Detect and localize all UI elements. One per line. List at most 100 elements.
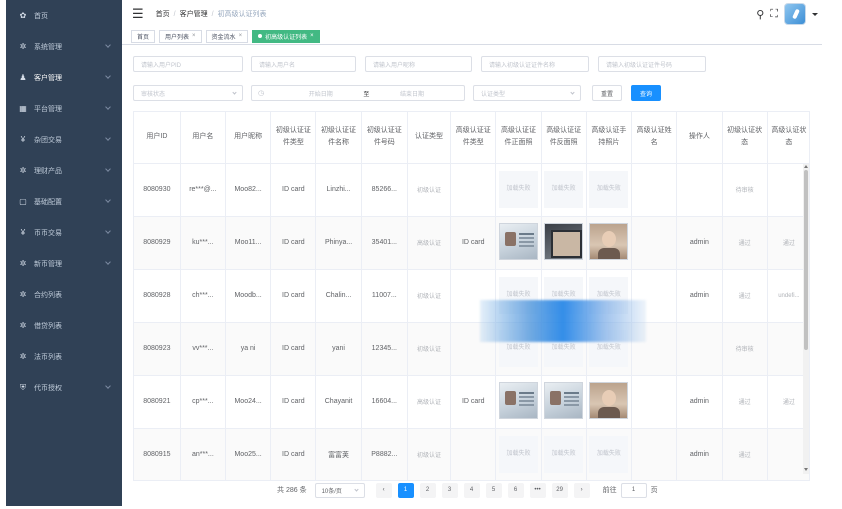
hamburger-icon[interactable]: ☰ xyxy=(132,6,144,22)
tag-item[interactable]: 用户列表 × xyxy=(159,29,202,43)
pagination-total: 共 286 条 xyxy=(277,487,307,494)
sidebar-item[interactable]: ✲ 法币列表 xyxy=(6,341,122,372)
close-icon[interactable]: × xyxy=(239,33,243,39)
date-range-picker[interactable]: ◷ 开始日期 至 结束日期 xyxy=(251,85,465,101)
page-button[interactable]: 29 xyxy=(551,482,568,498)
sidebar-item[interactable]: ♟ 客户管理 xyxy=(6,62,122,93)
page-button[interactable]: 4 xyxy=(463,482,480,498)
cell-nickname: Moo82... xyxy=(225,163,272,217)
cell-auth-type: 初级认证 xyxy=(407,163,452,217)
id-card-photo[interactable] xyxy=(544,382,584,419)
cell-id: 8080930 xyxy=(134,163,181,217)
page-size-select[interactable]: 10条/页 xyxy=(314,482,365,498)
page-ellipsis[interactable]: ••• xyxy=(529,482,546,498)
page-button[interactable]: 5 xyxy=(485,482,502,498)
top-navbar: ☰ 首页 / 客户管理 / 初高级认证列表 ⚲ ⛶ xyxy=(122,0,822,28)
tag-item[interactable]: 首页 xyxy=(131,29,156,43)
breadcrumb-separator: / xyxy=(173,10,176,18)
sidebar-item[interactable]: ✿ 首页 xyxy=(6,0,122,31)
id-card-photo[interactable] xyxy=(498,382,538,419)
table-row[interactable]: 8080929 ku***... Moo11... ID card Phinya... 3… xyxy=(134,216,809,270)
breadcrumb-home[interactable]: 首页 xyxy=(156,9,170,19)
table-scrollbar[interactable] xyxy=(803,164,809,474)
cell-adv-cert-type: ID card xyxy=(450,375,497,429)
avatar[interactable] xyxy=(784,3,806,25)
page-button[interactable]: 2 xyxy=(419,482,436,498)
sidebar-item[interactable]: ▢ 基础配置 xyxy=(6,186,122,217)
reset-button[interactable]: 重置 xyxy=(592,85,623,101)
prev-page-button[interactable]: ‹ xyxy=(375,482,392,498)
close-icon[interactable]: × xyxy=(310,33,314,39)
scroll-down-arrow[interactable] xyxy=(804,468,808,471)
cell-photo: 加载失败 xyxy=(495,428,542,480)
column-header: 高级认证证件正面照 xyxy=(495,112,542,164)
cell-cert-name: Phinya... xyxy=(315,216,362,270)
sidebar-item[interactable]: ✲ 合约列表 xyxy=(6,279,122,310)
chevron-down-icon xyxy=(105,42,111,48)
sidebar-item[interactable]: ✲ 新币管理 xyxy=(6,248,122,279)
pid-input[interactable]: 请输入用户PID xyxy=(133,56,243,72)
cell-photo: 加载失败 xyxy=(586,163,633,217)
cert-name-input[interactable]: 请输入初级认证证件名称 xyxy=(481,56,589,72)
start-date-input[interactable]: 开始日期 xyxy=(309,89,333,98)
cell-nickname: Moo24... xyxy=(225,375,272,429)
sidebar-item-label: 系统管理 xyxy=(34,43,62,51)
cell-basic-status: 通过 xyxy=(722,375,768,429)
audit-status-select[interactable]: 审核状态 xyxy=(133,85,243,101)
image-load-failed: 加载失败 xyxy=(589,436,629,473)
page-button[interactable]: 3 xyxy=(441,482,458,498)
tag-item[interactable]: 初高级认证列表 × xyxy=(252,29,320,43)
cert-number-input[interactable]: 请输入初级认证证件号码 xyxy=(598,56,706,72)
scroll-up-arrow[interactable] xyxy=(804,165,808,168)
chevron-down-icon xyxy=(105,104,111,110)
sidebar-item[interactable]: ✲ 借贷列表 xyxy=(6,310,122,341)
page-button[interactable]: 1 xyxy=(397,482,414,498)
table-row[interactable]: 8080928 ch***... Moodb... ID card Chalin... 1… xyxy=(134,269,809,323)
table-row[interactable]: 8080923 vv***... ya ni ID card yani 12345... 初… xyxy=(134,322,809,376)
cell-username: ch***... xyxy=(180,269,226,323)
scrollbar-thumb[interactable] xyxy=(804,170,808,350)
cell-cert-name: Chalin... xyxy=(315,269,362,323)
goto-page-input[interactable]: 1 xyxy=(620,482,647,498)
column-header: 认证类型 xyxy=(407,112,452,164)
search-icon[interactable]: ⚲ xyxy=(756,8,764,21)
settings-icon: ✲ xyxy=(19,166,27,175)
square-icon: ▢ xyxy=(19,197,27,206)
username-input[interactable]: 请输入用户名 xyxy=(251,56,356,72)
chevron-down-icon[interactable] xyxy=(812,12,818,16)
nickname-input[interactable]: 请输入用户昵称 xyxy=(365,56,472,72)
cell-nickname: Moo25... xyxy=(225,428,272,480)
fullscreen-icon[interactable]: ⛶ xyxy=(770,8,778,21)
cell-username: vv***... xyxy=(180,322,226,376)
sidebar-item[interactable]: ✲ 系统管理 xyxy=(6,31,122,62)
cell-operator xyxy=(676,322,723,376)
table-row[interactable]: 8080915 an***... Moo25... ID card 富富荚 P8882..… xyxy=(134,428,809,480)
image-load-failed: 加载失败 xyxy=(498,436,538,473)
cell-adv-cert-type xyxy=(450,163,497,217)
tag-item[interactable]: 资金流水 × xyxy=(205,29,249,43)
search-button[interactable]: 查询 xyxy=(631,85,662,101)
sidebar-item[interactable]: ▦ 平台管理 xyxy=(6,93,122,124)
sidebar-item[interactable]: ¥ 币币交易 xyxy=(6,217,122,248)
sidebar-item[interactable]: ⛨ 代币授权 xyxy=(6,372,122,403)
close-icon[interactable]: × xyxy=(192,33,196,39)
table-row[interactable]: 8080921 cp***... Moo24... ID card Chayanit 16… xyxy=(134,375,809,429)
id-card-photo[interactable] xyxy=(544,223,584,260)
sidebar-item[interactable]: ✲ 理财产品 xyxy=(6,155,122,186)
end-date-input[interactable]: 结束日期 xyxy=(400,89,424,98)
sidebar-item[interactable]: ¥ 杂团交易 xyxy=(6,124,122,155)
breadcrumb-current: 初高级认证列表 xyxy=(217,11,267,18)
id-card-photo[interactable] xyxy=(498,223,538,260)
cell-username: ku***... xyxy=(180,216,226,270)
table-row[interactable]: 8080930 re***@... Moo82... ID card Linzhi...… xyxy=(134,163,809,217)
image-load-failed: 加载失败 xyxy=(498,171,538,208)
filter-row-1: 请输入用户PID 请输入用户名 请输入用户昵称 请输入初级认证证件名称 请输入初… xyxy=(133,56,706,72)
cell-operator: admin xyxy=(676,269,723,323)
breadcrumb-customer[interactable]: 客户管理 xyxy=(180,9,208,19)
handheld-photo[interactable] xyxy=(589,223,629,260)
page-button[interactable]: 6 xyxy=(507,482,524,498)
handheld-photo[interactable] xyxy=(589,382,629,419)
cert-type-select[interactable]: 认证类型 xyxy=(473,85,581,101)
next-page-button[interactable]: › xyxy=(573,482,590,498)
column-header: 操作人 xyxy=(676,112,723,164)
